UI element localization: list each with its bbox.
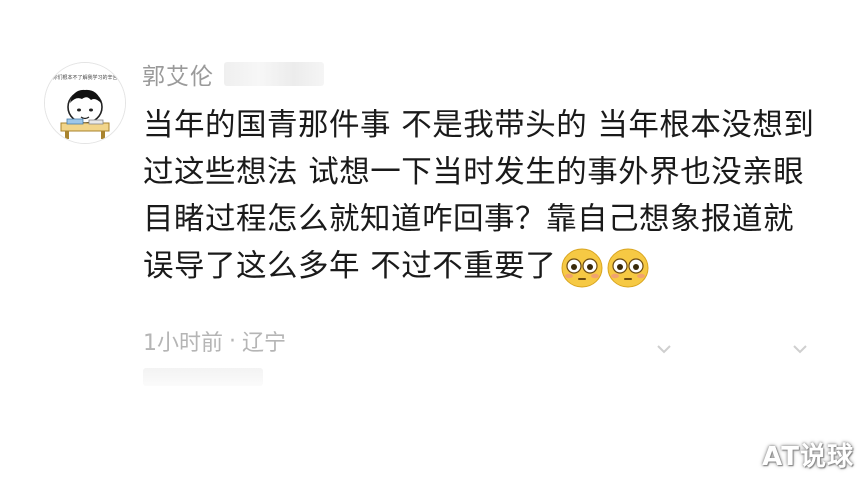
avatar-cartoon-icon: 你们根本不了解我学习的辛苦	[45, 63, 125, 143]
flushed-face-icon	[607, 248, 649, 287]
comment-card: 你们根本不了解我学习的辛苦 郭艾伦 当年的国青那件事 不是我带头的 当年根本没想…	[0, 0, 868, 490]
comment-line: 目睹过程怎么就知道咋回事？靠自己想象报道就	[143, 202, 794, 237]
flushed-face-icon	[561, 248, 603, 287]
avatar[interactable]: 你们根本不了解我学习的辛苦	[44, 62, 126, 144]
comment-meta: 1小时前 · 辽宁	[143, 324, 286, 358]
meta-separator: ·	[229, 328, 236, 354]
chevron-down-icon[interactable]	[656, 344, 672, 354]
comment-line: 当年的国青那件事 不是我带头的 当年根本没想到	[143, 108, 815, 143]
username[interactable]: 郭艾伦	[142, 57, 214, 91]
comment-text: 当年的国青那件事 不是我带头的 当年根本没想到 过这些想法 试想一下当时发生的事…	[143, 102, 843, 290]
chevron-down-icon[interactable]	[792, 344, 808, 354]
emoji-group	[560, 247, 652, 289]
username-blur	[224, 62, 324, 86]
username-row: 郭艾伦	[142, 58, 324, 90]
comment-line: 误导了这么多年 不过不重要了	[143, 249, 557, 284]
comment-line-last: 误导了这么多年 不过不重要了	[143, 243, 843, 290]
comment-time: 1小时前	[143, 331, 223, 356]
avatar-caption: 你们根本不了解我学习的辛苦	[52, 74, 117, 81]
watermark: AT说球	[762, 442, 854, 472]
faded-next-comment	[143, 368, 263, 386]
comment-location: 辽宁	[242, 331, 287, 356]
comment-line: 过这些想法 试想一下当时发生的事外界也没亲眼	[143, 155, 805, 190]
